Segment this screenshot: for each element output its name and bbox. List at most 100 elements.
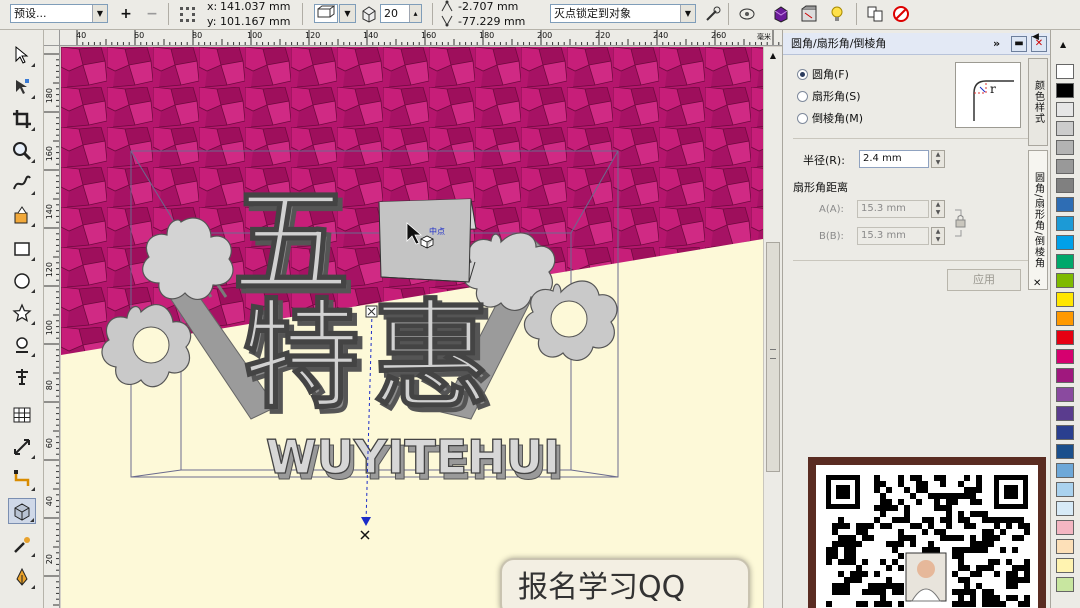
vertical-ruler[interactable]: 180 160 140 120 100 80 60 40 20 bbox=[44, 46, 60, 608]
extrude-tool[interactable] bbox=[8, 498, 36, 524]
freehand-tool[interactable] bbox=[8, 170, 36, 196]
eyedropper-icon bbox=[14, 537, 30, 553]
a-distance-spinner[interactable]: ▲ ▼ bbox=[931, 200, 945, 218]
vanishing-y-field[interactable]: -77.229 mm bbox=[458, 15, 525, 28]
color-swatch[interactable] bbox=[1056, 216, 1074, 231]
color-swatch[interactable] bbox=[1056, 254, 1074, 269]
add-preset-button[interactable]: + bbox=[116, 4, 136, 24]
toolbar-separator bbox=[168, 3, 169, 25]
preset-select[interactable]: 预设... ▼ bbox=[10, 4, 108, 23]
extrusion-type-select[interactable] bbox=[314, 4, 338, 23]
option-fillet[interactable]: 圆角(F) bbox=[797, 66, 849, 82]
color-swatch[interactable] bbox=[1056, 102, 1074, 117]
polygon-tool[interactable] bbox=[8, 300, 36, 326]
toolbar-separator bbox=[302, 3, 303, 25]
zoom-icon bbox=[13, 142, 32, 161]
vanishing-point-select[interactable]: 灭点锁定到对象 ▼ bbox=[550, 4, 696, 23]
dimension-tool[interactable] bbox=[8, 434, 36, 460]
tab-close-icon[interactable]: ✕ bbox=[1033, 278, 1041, 289]
docker-minimize-button[interactable]: ▬ bbox=[1011, 36, 1027, 52]
ruler-tick-120: 120 bbox=[305, 31, 321, 40]
palette-scroll-up-icon[interactable]: ▲ bbox=[1060, 40, 1066, 49]
depth-value: 20 bbox=[384, 7, 398, 20]
clear-extrude-icon[interactable] bbox=[892, 5, 910, 23]
color-swatch[interactable] bbox=[1056, 292, 1074, 307]
table-tool[interactable] bbox=[8, 402, 36, 428]
pick-tool[interactable] bbox=[8, 42, 36, 68]
qr-code bbox=[816, 465, 1038, 608]
text-tool[interactable] bbox=[8, 364, 36, 390]
rectangle-tool[interactable] bbox=[8, 236, 36, 262]
color-swatch[interactable] bbox=[1056, 140, 1074, 155]
vanishing-x-field[interactable]: -2.707 mm bbox=[458, 0, 518, 13]
vanishing-copy-icon[interactable] bbox=[704, 5, 722, 23]
color-swatch[interactable] bbox=[1056, 197, 1074, 212]
color-swatch[interactable] bbox=[1056, 368, 1074, 383]
connector-tool[interactable] bbox=[8, 466, 36, 492]
smart-fill-tool[interactable] bbox=[8, 202, 36, 228]
lighting-icon[interactable] bbox=[828, 5, 846, 23]
docker-expand-icon[interactable]: » bbox=[993, 37, 1000, 50]
color-swatch[interactable] bbox=[1056, 330, 1074, 345]
b-distance-field[interactable]: 15.3 mm bbox=[857, 227, 929, 245]
color-swatch[interactable] bbox=[1056, 83, 1074, 98]
ruler-tick-200: 200 bbox=[537, 31, 553, 40]
ellipse-tool[interactable] bbox=[8, 268, 36, 294]
color-swatch[interactable] bbox=[1056, 64, 1074, 79]
color-swatch[interactable] bbox=[1056, 444, 1074, 459]
color-swatch[interactable] bbox=[1056, 159, 1074, 174]
tab-scroll-up-icon[interactable]: ◀ bbox=[1032, 32, 1039, 42]
y-position-field[interactable]: 101.167 mm bbox=[220, 15, 290, 28]
depth-field[interactable]: 20 ▴ bbox=[380, 4, 422, 23]
color-swatch[interactable] bbox=[1056, 349, 1074, 364]
tab-fillet-docker[interactable]: 圆角/扇形角/倒棱角 bbox=[1028, 150, 1048, 290]
fillet-preview-icon: r bbox=[973, 80, 1014, 121]
color-swatch[interactable] bbox=[1056, 406, 1074, 421]
x-position-field[interactable]: 141.037 mm bbox=[220, 0, 290, 13]
color-swatch[interactable] bbox=[1056, 482, 1074, 497]
extrusion-type-dropdown[interactable]: ▼ bbox=[339, 4, 356, 23]
radius-spinner[interactable]: ▲ ▼ bbox=[931, 150, 945, 168]
color-swatch[interactable] bbox=[1056, 501, 1074, 516]
extrude-color-icon[interactable] bbox=[772, 5, 790, 23]
color-swatch[interactable] bbox=[1056, 235, 1074, 250]
option-chamfer[interactable]: 倒棱角(M) bbox=[797, 110, 863, 126]
option-scallop[interactable]: 扇形角(S) bbox=[797, 88, 861, 104]
pointer-icon bbox=[15, 45, 29, 64]
a-distance-field[interactable]: 15.3 mm bbox=[857, 200, 929, 218]
outline-tool[interactable] bbox=[8, 564, 36, 590]
shape-tool[interactable] bbox=[8, 74, 36, 100]
copy-properties-icon[interactable] bbox=[866, 5, 884, 23]
color-swatch[interactable] bbox=[1056, 178, 1074, 193]
vertical-scrollbar[interactable]: ▲ bbox=[763, 47, 782, 608]
color-swatch[interactable] bbox=[1056, 273, 1074, 288]
eyedropper-tool[interactable] bbox=[8, 532, 36, 558]
color-swatch[interactable] bbox=[1056, 539, 1074, 554]
radius-field[interactable]: 2.4 mm bbox=[859, 150, 929, 168]
apply-button[interactable]: 应用 bbox=[947, 269, 1021, 291]
depth-icon bbox=[362, 6, 376, 23]
color-swatch[interactable] bbox=[1056, 425, 1074, 440]
color-swatch[interactable] bbox=[1056, 463, 1074, 478]
horizontal-ruler[interactable]: 40 60 80 100 120 140 160 180 200 220 240… bbox=[60, 30, 782, 46]
zoom-tool[interactable] bbox=[8, 138, 36, 164]
scroll-up-button[interactable]: ▲ bbox=[765, 51, 781, 65]
basic-shapes-tool[interactable] bbox=[8, 332, 36, 358]
color-swatch[interactable] bbox=[1056, 121, 1074, 136]
color-swatch[interactable] bbox=[1056, 558, 1074, 573]
subtitle-face: WUYITEHUI bbox=[266, 430, 560, 484]
color-swatch[interactable] bbox=[1056, 577, 1074, 592]
drawing-canvas[interactable]: 五 五 特 特 惠 惠 中点 WUYITEHUI WUYITEHUI bbox=[61, 47, 763, 608]
bevel-icon[interactable] bbox=[800, 5, 818, 23]
rotation-icon[interactable] bbox=[738, 5, 756, 23]
color-swatch[interactable] bbox=[1056, 520, 1074, 535]
remove-preset-button[interactable]: − bbox=[142, 4, 162, 24]
color-swatch[interactable] bbox=[1056, 387, 1074, 402]
tab-color-styles[interactable]: 颜色样式 bbox=[1028, 58, 1048, 146]
tab-color-styles-label: 颜色样式 bbox=[1032, 80, 1044, 124]
ruler-origin[interactable] bbox=[44, 30, 60, 46]
lock-icon[interactable] bbox=[953, 208, 967, 238]
color-swatch[interactable] bbox=[1056, 311, 1074, 326]
crop-tool[interactable] bbox=[8, 106, 36, 132]
b-distance-spinner[interactable]: ▲ ▼ bbox=[931, 227, 945, 245]
